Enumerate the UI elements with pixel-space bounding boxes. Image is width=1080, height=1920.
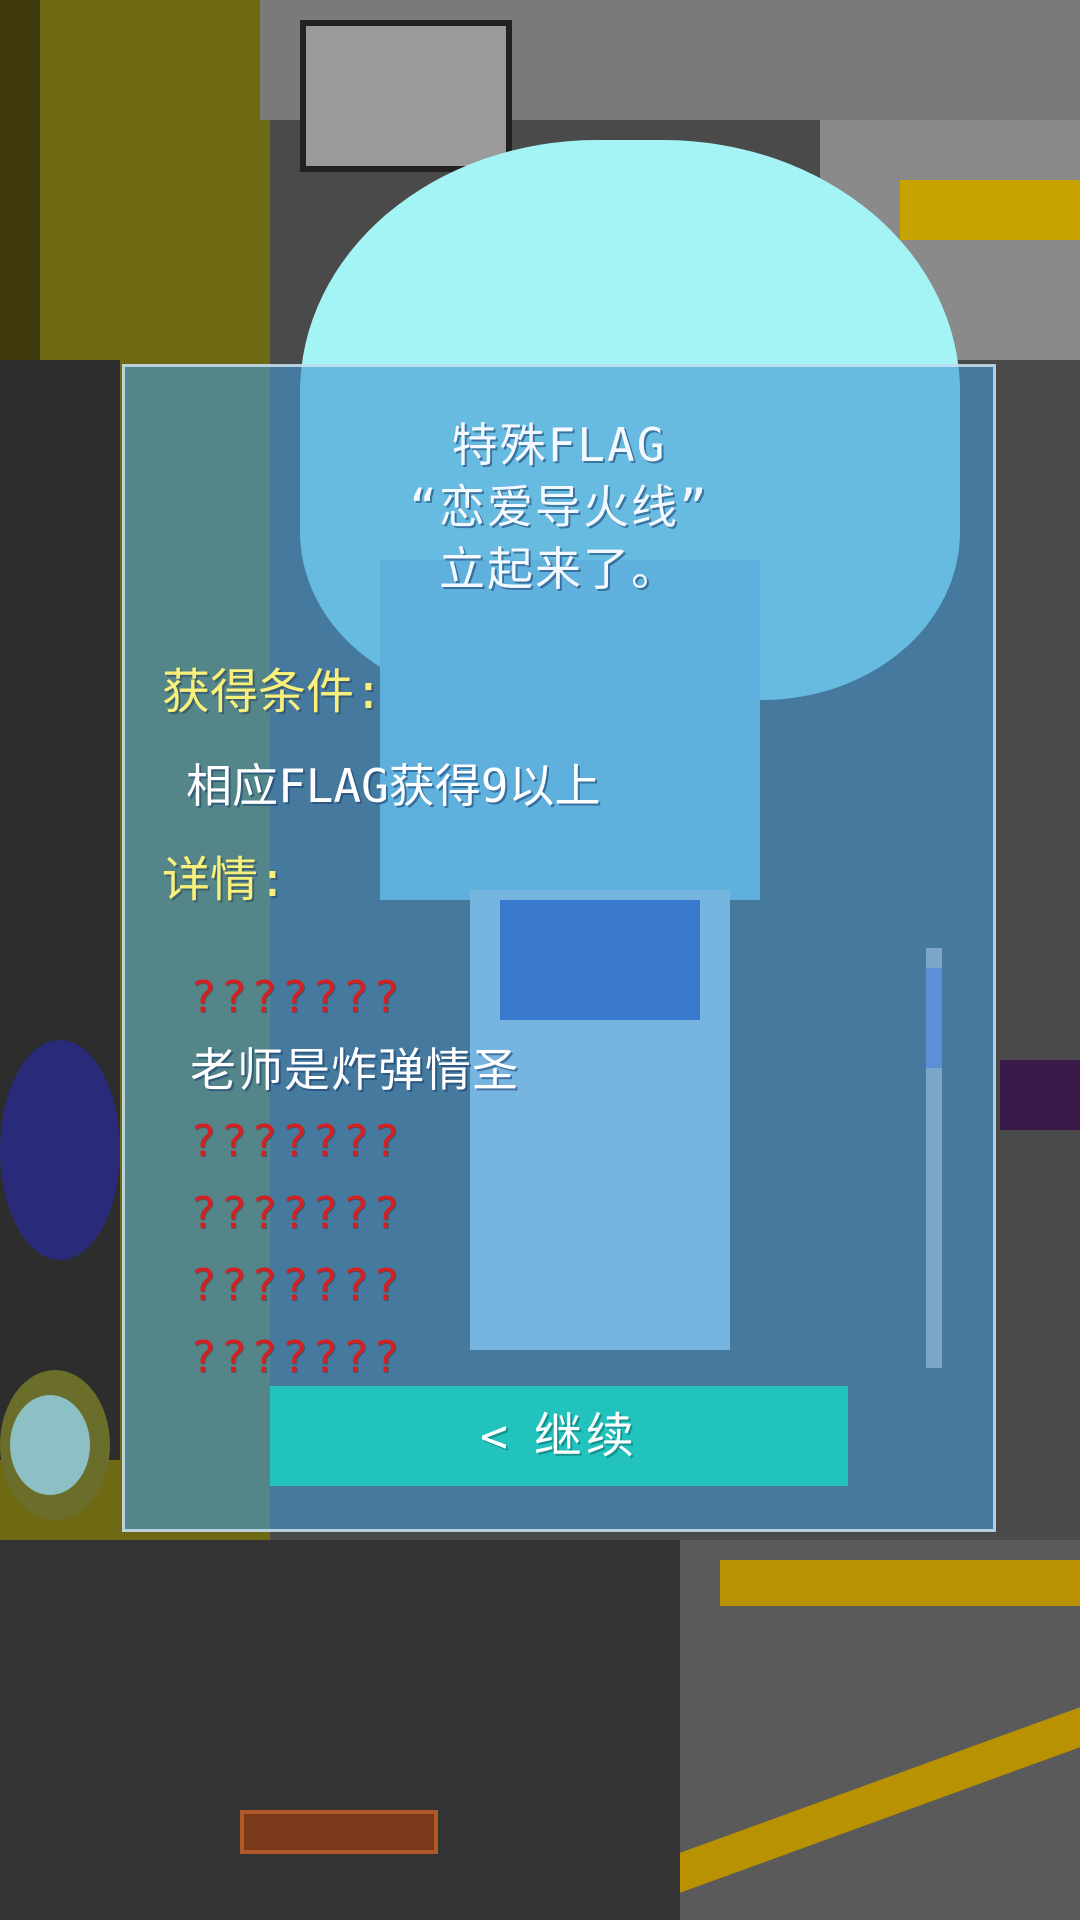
detail-item-unlocked: 老师是炸弹情圣 bbox=[190, 1043, 519, 1097]
details-scrollbar[interactable] bbox=[926, 948, 942, 1368]
continue-label: 继续 bbox=[533, 1408, 638, 1464]
dialog-title-line-2: “恋爱导火线” bbox=[409, 480, 709, 534]
details-list: ??????? 老师是炸弹情圣 ??????? ??????? ??????? … bbox=[190, 968, 519, 1400]
detail-item-locked: ??????? bbox=[190, 972, 404, 1023]
dialog-title-line-3: 立起来了。 bbox=[439, 542, 679, 596]
continue-button[interactable]: < 继续 bbox=[270, 1386, 848, 1486]
scrollbar-thumb[interactable] bbox=[926, 968, 942, 1068]
chevron-left-icon: < bbox=[480, 1409, 512, 1463]
condition-label: 获得条件: bbox=[162, 664, 383, 720]
detail-item-locked: ??????? bbox=[190, 1116, 404, 1167]
condition-text: 相应FLAG获得9以上 bbox=[186, 759, 601, 813]
details-label: 详情: bbox=[162, 852, 287, 908]
dialog-title-line-1: 特殊FLAG bbox=[451, 418, 667, 472]
detail-item-locked: ??????? bbox=[190, 1260, 404, 1311]
detail-item-locked: ??????? bbox=[190, 1188, 404, 1239]
